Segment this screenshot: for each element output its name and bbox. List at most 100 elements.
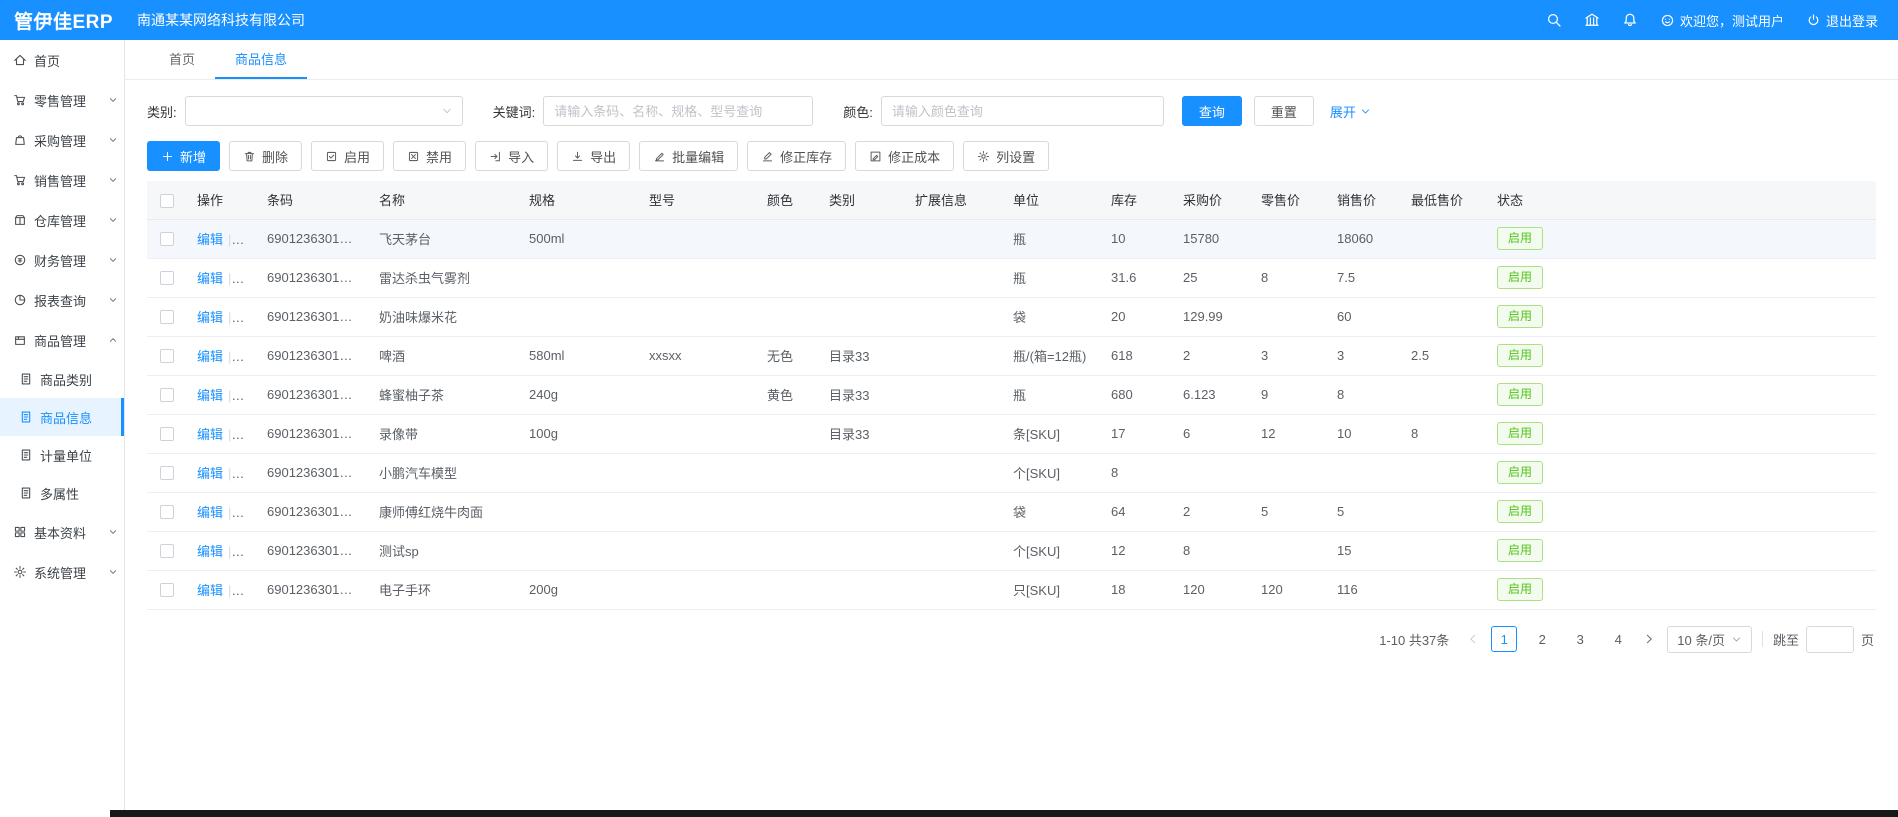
disable-button[interactable]: 禁用 [393,141,466,171]
search-button[interactable]: 查询 [1182,96,1242,126]
sidebar-item-basic[interactable]: 基本资料 [0,512,124,552]
column-header-stock: 库存 [1101,181,1173,219]
cell-sale_price [1327,453,1401,492]
column-settings-button[interactable]: 列设置 [963,141,1049,171]
enable-button[interactable]: 启用 [311,141,384,171]
prev-page-button[interactable] [1465,633,1481,645]
bell-icon[interactable] [1622,12,1638,28]
column-header-spec: 规格 [519,181,639,219]
import-button[interactable]: 导入 [475,141,548,171]
cell-stock: 618 [1101,336,1173,375]
checkbox-cell [147,492,187,531]
sidebar-item-goods[interactable]: 商品管理 [0,320,124,360]
edit-link[interactable]: 编辑 [197,310,223,325]
cell-sale_price: 60 [1327,297,1401,336]
cell-barcode: 6901236301322 [257,453,369,492]
column-header-category: 类别 [819,181,905,219]
welcome-user[interactable]: 欢迎您，测试用户 [1660,11,1784,30]
link-separator: | [228,271,231,286]
sidebar-item-label: 采购管理 [34,131,86,150]
page-button-3[interactable]: 3 [1567,626,1593,652]
chevron-up-icon [108,335,118,345]
cell-min_price: 2.5 [1401,336,1487,375]
button-label: 启用 [344,147,370,166]
edit-link[interactable]: 编辑 [197,349,223,364]
page-button-2[interactable]: 2 [1529,626,1555,652]
table-row: 编辑|删除6901236301331录像带100g目录33条[SKU]17612… [147,414,1876,453]
batch-edit-button[interactable]: 批量编辑 [639,141,738,171]
pagination-pages: 1234 [1491,626,1631,652]
row-checkbox[interactable] [160,232,174,246]
cell-category [819,570,905,609]
next-page-button[interactable] [1641,633,1657,645]
sidebar-item-goods-info[interactable]: 商品信息 [0,398,124,436]
row-checkbox[interactable] [160,544,174,558]
page-button-4[interactable]: 4 [1605,626,1631,652]
sidebar-item-report[interactable]: 报表查询 [0,280,124,320]
sidebar-item-home[interactable]: 首页 [0,40,124,80]
cell-min_price [1401,531,1487,570]
bank-icon[interactable] [1584,12,1600,28]
row-checkbox[interactable] [160,310,174,324]
reset-button[interactable]: 重置 [1254,96,1314,126]
category-select[interactable] [185,96,463,126]
page-button-1[interactable]: 1 [1491,626,1517,652]
column-header-status: 状态 [1487,181,1876,219]
edit-link[interactable]: 编辑 [197,232,223,247]
cell-unit: 瓶 [1003,375,1101,414]
column-header-model: 型号 [639,181,757,219]
delete-button[interactable]: 删除 [229,141,302,171]
edit-link[interactable]: 编辑 [197,505,223,520]
sidebar-item-label: 仓库管理 [34,211,86,230]
edit-link[interactable]: 编辑 [197,271,223,286]
button-label: 批量编辑 [672,147,724,166]
keyword-label: 关键词: [493,102,536,121]
sidebar-item-goods-category[interactable]: 商品类别 [0,360,124,398]
cell-retail_price: 8 [1251,258,1327,297]
row-checkbox[interactable] [160,466,174,480]
add-button[interactable]: 新增 [147,141,220,171]
row-checkbox[interactable] [160,427,174,441]
sidebar-item-warehouse[interactable]: 仓库管理 [0,200,124,240]
sidebar-item-label: 首页 [34,51,60,70]
jump-input[interactable] [1806,626,1854,653]
sidebar-item-sales[interactable]: 销售管理 [0,160,124,200]
cell-spec: 580ml [519,336,639,375]
sidebar-item-finance[interactable]: 财务管理 [0,240,124,280]
edit-link[interactable]: 编辑 [197,466,223,481]
cell-unit: 瓶 [1003,258,1101,297]
cell-min_price [1401,570,1487,609]
row-checkbox[interactable] [160,349,174,363]
sidebar-item-purchase[interactable]: 采购管理 [0,120,124,160]
sidebar-item-measure-unit[interactable]: 计量单位 [0,436,124,474]
row-checkbox[interactable] [160,388,174,402]
sidebar-item-multi-attr[interactable]: 多属性 [0,474,124,512]
row-checkbox[interactable] [160,505,174,519]
sidebar-item-system[interactable]: 系统管理 [0,552,124,592]
keyword-input[interactable] [543,96,813,126]
select-all-checkbox[interactable] [160,194,174,208]
cell-op: 编辑|删除 [187,297,257,336]
edit-link[interactable]: 编辑 [197,388,223,403]
cell-unit: 瓶 [1003,219,1101,258]
row-checkbox[interactable] [160,271,174,285]
logout-button[interactable]: 退出登录 [1806,11,1878,30]
fix-cost-button[interactable]: 修正成本 [855,141,954,171]
page-size-select[interactable]: 10 条/页 [1667,626,1752,653]
fix-stock-button[interactable]: 修正库存 [747,141,846,171]
expand-link[interactable]: 展开 [1330,102,1371,121]
color-input[interactable] [881,96,1164,126]
edit-link[interactable]: 编辑 [197,427,223,442]
edit-link[interactable]: 编辑 [197,544,223,559]
goods-icon [13,333,27,347]
tab-home[interactable]: 首页 [149,40,215,79]
sidebar-item-retail[interactable]: 零售管理 [0,80,124,120]
sidebar: 首页零售管理采购管理销售管理仓库管理财务管理报表查询商品管理商品类别商品信息计量… [0,40,125,817]
export-button[interactable]: 导出 [557,141,630,171]
tab-goods-info[interactable]: 商品信息 [215,40,307,79]
cell-model [639,453,757,492]
row-checkbox[interactable] [160,583,174,597]
search-icon[interactable] [1546,12,1562,28]
edit-link[interactable]: 编辑 [197,583,223,598]
chevron-down-icon [108,295,118,305]
